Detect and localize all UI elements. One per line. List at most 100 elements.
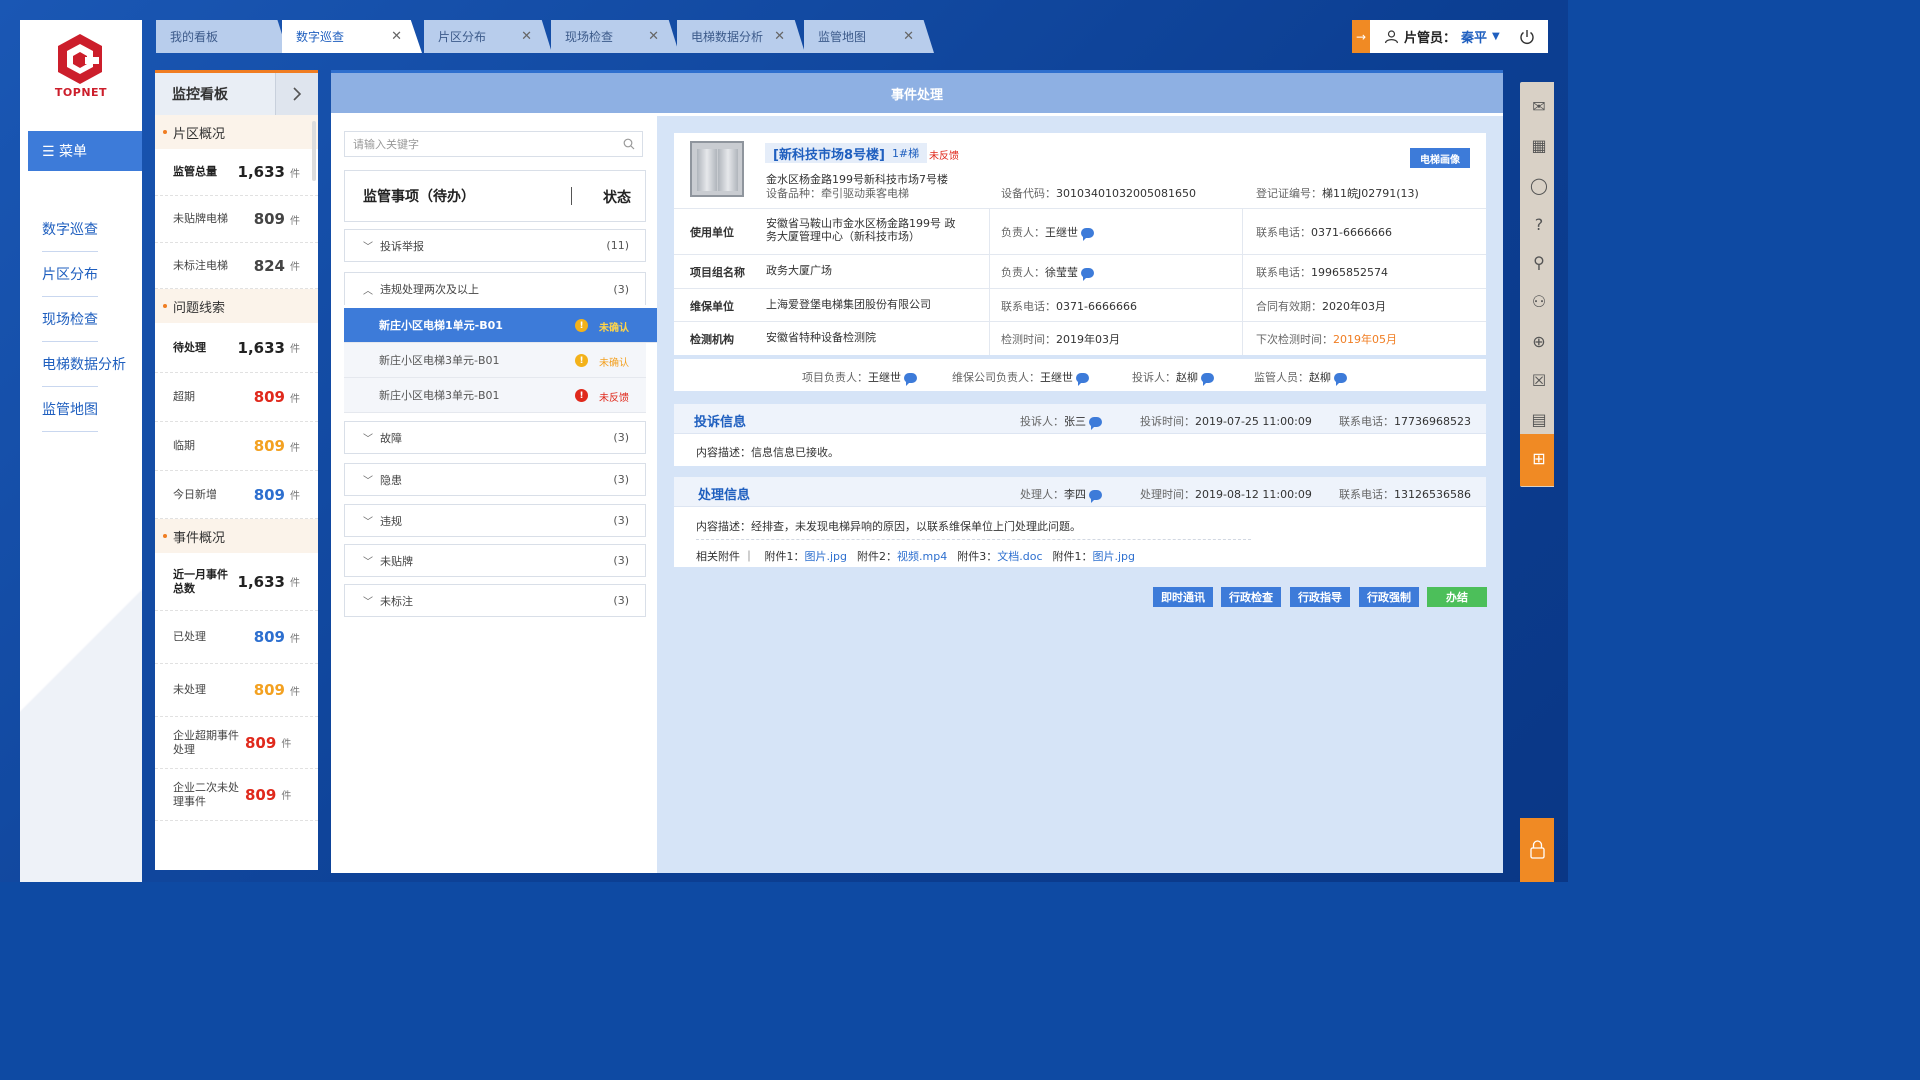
help-icon[interactable]: ? — [1528, 213, 1550, 235]
chat-icon[interactable]: ◯ — [1528, 174, 1550, 196]
nav-item-digital-patrol[interactable]: 数字巡查 — [42, 207, 98, 252]
todo-title: 监管事项（待办） — [363, 189, 475, 205]
attachment-link[interactable]: 图片.jpg — [1093, 550, 1136, 563]
elevator-image — [690, 141, 744, 197]
stat-unit: 件 — [290, 442, 300, 454]
chat-icon[interactable] — [1081, 228, 1094, 241]
stat-row[interactable]: 监管总量 1,633 件 — [155, 149, 318, 196]
tab-site-inspection[interactable]: 现场检查 ✕ — [551, 20, 679, 53]
tab-elevator-analysis[interactable]: 电梯数据分析 ✕ — [677, 20, 805, 53]
stat-row[interactable]: 未处理 809 件 — [155, 664, 318, 717]
nav-item-elevator-analysis[interactable]: 电梯数据分析 — [42, 342, 126, 387]
close-icon[interactable]: ✕ — [521, 29, 532, 44]
tab-supervision-map[interactable]: 监管地图 ✕ — [804, 20, 934, 53]
person-contact: 监管人员：赵柳 — [1254, 369, 1347, 386]
elevator-title: [新科技市场8号楼] 1#梯 — [765, 143, 928, 163]
attachment-link[interactable]: 视频.mp4 — [897, 550, 947, 563]
todo-group[interactable]: ﹀ 未贴牌 (3) — [344, 544, 646, 577]
chat-icon[interactable] — [904, 373, 917, 386]
close-box-icon[interactable]: ☒ — [1528, 369, 1550, 391]
scrollbar[interactable] — [312, 121, 316, 181]
calendar-icon[interactable]: ▦ — [1528, 134, 1550, 156]
chat-icon[interactable] — [1081, 268, 1094, 281]
stat-row[interactable]: 待处理 1,633 件 — [155, 323, 318, 373]
chat-icon[interactable] — [1089, 490, 1102, 503]
attachments-label: 相关附件 ｜ — [696, 550, 755, 563]
stat-value: 809 — [253, 485, 285, 504]
chevron-right-icon[interactable] — [275, 73, 318, 115]
attachment-link[interactable]: 文档.doc — [997, 550, 1042, 563]
chat-icon[interactable] — [1334, 373, 1347, 386]
chat-icon[interactable] — [1076, 373, 1089, 386]
admin-inspection-button[interactable]: 行政检查 — [1221, 587, 1281, 607]
todo-group[interactable]: ﹀ 故障 (3) — [344, 421, 646, 454]
todo-group[interactable]: ﹀ 未标注 (3) — [344, 584, 646, 617]
info-phone: 合同有效期：2020年03月 — [1256, 300, 1386, 313]
todo-group[interactable]: ︿ 违规处理两次及以上 (3) — [344, 272, 646, 305]
info-key: 检测机构 — [690, 333, 734, 346]
logout-arrow-icon[interactable]: → — [1352, 20, 1370, 53]
stat-row[interactable]: 企业二次未处理事件 809 件 — [155, 769, 318, 821]
power-icon[interactable] — [1518, 28, 1536, 46]
nav-item-supervision-map[interactable]: 监管地图 — [42, 387, 98, 432]
elevator-portrait-button[interactable]: 电梯画像 — [1410, 148, 1470, 168]
stat-row[interactable]: 临期 809 件 — [155, 422, 318, 471]
group-label: 未标注 — [380, 594, 413, 608]
admin-enforcement-button[interactable]: 行政强制 — [1359, 587, 1419, 607]
stat-row[interactable]: 已处理 809 件 — [155, 611, 318, 664]
todo-group[interactable]: ﹀ 违规 (3) — [344, 504, 646, 537]
dot-icon — [163, 130, 167, 134]
status-column: 状态 — [603, 190, 631, 206]
todo-item[interactable]: 新庄小区电梯3单元-B01! 未确认 — [344, 343, 646, 378]
search-icon[interactable] — [623, 138, 635, 150]
mail-icon[interactable]: ✉ — [1528, 95, 1550, 117]
info-value: 政务大厦广场 — [766, 264, 832, 277]
stat-row[interactable]: 企业超期事件处理 809 件 — [155, 717, 318, 769]
document-icon[interactable]: ▤ — [1528, 408, 1550, 430]
lock-tab[interactable] — [1520, 818, 1554, 882]
stat-row[interactable]: 超期 809 件 — [155, 373, 318, 422]
instant-message-button[interactable]: 即时通讯 — [1153, 587, 1213, 607]
search-input[interactable]: 请输入关键字 — [344, 131, 643, 157]
globe-icon[interactable]: ⊕ — [1528, 330, 1550, 352]
close-icon[interactable]: ✕ — [903, 29, 914, 44]
stat-label: 待处理 — [173, 340, 206, 354]
close-icon[interactable]: ✕ — [648, 29, 659, 44]
chat-icon[interactable] — [1089, 417, 1102, 430]
tab-my-dashboard[interactable]: 我的看板 — [156, 20, 288, 53]
nav-item-area-distribution[interactable]: 片区分布 — [42, 252, 98, 297]
chat-icon[interactable] — [1201, 373, 1214, 386]
stat-row[interactable]: 今日新增 809 件 — [155, 471, 318, 519]
user-search-icon[interactable]: ⚇ — [1528, 290, 1550, 312]
dot-icon — [163, 304, 167, 308]
stamp-icon[interactable]: ⚲ — [1528, 251, 1550, 273]
tab-area-distribution[interactable]: 片区分布 ✕ — [424, 20, 552, 53]
info-value: 上海爱登堡电梯集团股份有限公司 — [766, 298, 931, 311]
menu-button[interactable]: ☰ 菜单 — [28, 131, 142, 171]
user-menu[interactable]: 片管员： 秦平 ▼ — [1384, 27, 1500, 46]
info-contact: 负责人：王继世 — [1001, 224, 1094, 241]
admin-guidance-button[interactable]: 行政指导 — [1290, 587, 1350, 607]
close-icon[interactable]: ✕ — [774, 29, 785, 44]
stat-label: 未贴牌电梯 — [173, 212, 228, 225]
todo-item[interactable]: 新庄小区电梯1单元-B01! 未确认 — [344, 308, 664, 343]
complete-button[interactable]: 办结 — [1427, 587, 1487, 607]
attachment-link[interactable]: 图片.jpg — [805, 550, 848, 563]
stat-row[interactable]: 近一月事件总数 1,633 件 — [155, 553, 318, 611]
info-row: 项目组名称 政务大厦广场 负责人：徐莹莹 联系电话：19965852574 — [674, 254, 1486, 288]
stat-row[interactable]: 未标注电梯 824 件 — [155, 243, 318, 289]
stat-value: 809 — [253, 437, 285, 455]
section-title: 问题线索 — [173, 300, 226, 316]
todo-group[interactable]: ﹀ 投诉举报 (11) — [344, 229, 646, 262]
close-icon[interactable]: ✕ — [391, 29, 402, 44]
stat-row[interactable]: 未贴牌电梯 809 件 — [155, 196, 318, 243]
person-contact: 投诉人：赵柳 — [1132, 369, 1214, 386]
add-icon[interactable]: ⊞ — [1528, 447, 1550, 469]
stat-unit: 件 — [290, 633, 300, 645]
tab-digital-patrol[interactable]: 数字巡查 ✕ — [282, 20, 422, 53]
nav-item-site-inspection[interactable]: 现场检查 — [42, 297, 98, 342]
todo-group[interactable]: ﹀ 隐患 (3) — [344, 463, 646, 496]
complaint-person: 投诉人：张三 — [1020, 413, 1102, 430]
chevron-down-icon: ﹀ — [363, 517, 373, 528]
todo-item[interactable]: 新庄小区电梯3单元-B01! 未反馈 — [344, 378, 646, 413]
